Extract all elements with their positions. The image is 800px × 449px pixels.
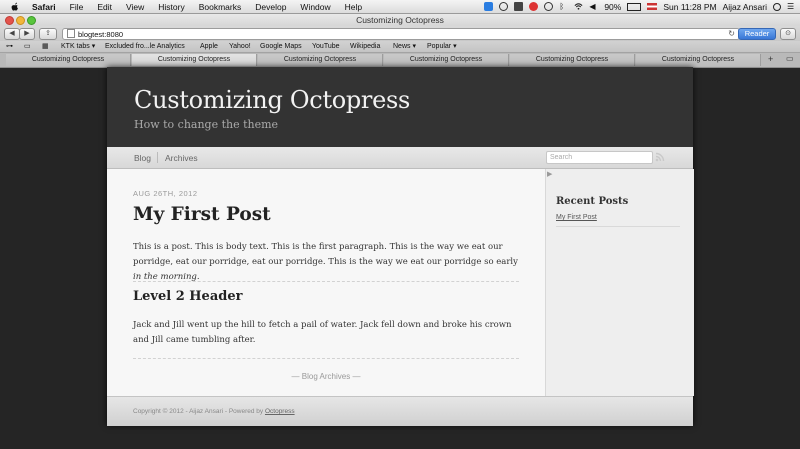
url-text: blogtest:8080 bbox=[78, 30, 124, 39]
menu-bookmarks[interactable]: Bookmarks bbox=[199, 2, 242, 12]
apple-menu-icon[interactable] bbox=[10, 2, 20, 12]
alert-icon[interactable] bbox=[529, 2, 539, 11]
battery-percent[interactable]: 90% bbox=[604, 2, 621, 12]
menu-edit[interactable]: Edit bbox=[97, 2, 112, 12]
bookmark-popular[interactable]: Popular ▾ bbox=[427, 41, 457, 52]
footer-copyright: Copyright © 2012 - Aijaz Ansari - Powere… bbox=[133, 408, 295, 415]
zoom-window-button[interactable] bbox=[27, 16, 36, 25]
volume-icon[interactable] bbox=[514, 2, 524, 11]
page-icon bbox=[67, 29, 75, 38]
menu-develop[interactable]: Develop bbox=[255, 2, 286, 12]
bookmark-youtube[interactable]: YouTube bbox=[312, 41, 340, 52]
blog-archives-link[interactable]: — Blog Archives — bbox=[107, 372, 545, 381]
bookmark-excluded-analytics[interactable]: Excluded fro...le Analytics bbox=[105, 41, 185, 52]
menu-help[interactable]: Help bbox=[345, 2, 362, 12]
browser-tab[interactable]: Customizing Octopress bbox=[384, 54, 509, 66]
nav-link-archives[interactable]: Archives bbox=[165, 153, 198, 163]
search-input[interactable]: Search bbox=[546, 151, 653, 164]
site-footer: Copyright © 2012 - Aijaz Ansari - Powere… bbox=[107, 396, 693, 426]
bookmark-google-maps[interactable]: Google Maps bbox=[260, 41, 302, 52]
nav-divider bbox=[157, 152, 158, 163]
post-heading-level-2: Level 2 Header bbox=[133, 289, 243, 304]
main-content: AUG 26TH, 2012 My First Post This is a p… bbox=[107, 169, 545, 396]
site-nav: Blog Archives Search bbox=[107, 147, 693, 169]
browser-toolbar: ◀ ▶ ⇪ blogtest:8080 ↻ Reader ⊙ bbox=[0, 26, 800, 41]
menu-view[interactable]: View bbox=[126, 2, 144, 12]
menu-window[interactable]: Window bbox=[300, 2, 330, 12]
post-date: AUG 26TH, 2012 bbox=[133, 189, 198, 198]
downloads-button[interactable]: ⊙ bbox=[780, 28, 796, 40]
octopress-link[interactable]: Octopress bbox=[265, 408, 295, 415]
reading-list-icon[interactable]: ⊶ bbox=[6, 41, 13, 52]
volume-speaker-icon[interactable]: ◀ bbox=[589, 2, 598, 11]
tab-overview-icon[interactable]: ▭ bbox=[786, 53, 794, 65]
spotlight-icon[interactable] bbox=[773, 2, 781, 11]
section-divider bbox=[133, 281, 519, 282]
menubar-status-area: ᛒ ◀ 90% Sun 11:28 PM Aijaz Ansari ☰ bbox=[484, 0, 796, 13]
sidebar: Recent Posts My First Post bbox=[545, 169, 694, 396]
menu-history[interactable]: History bbox=[158, 2, 184, 12]
wifi-icon[interactable] bbox=[574, 2, 583, 11]
share-button[interactable]: ⇪ bbox=[39, 28, 57, 40]
menu-app-safari[interactable]: Safari bbox=[32, 2, 56, 12]
tab-bar: Customizing Octopress Customizing Octopr… bbox=[0, 52, 800, 68]
flag-icon[interactable] bbox=[647, 3, 658, 10]
bookmark-yahoo[interactable]: Yahoo! bbox=[229, 41, 251, 52]
recent-post-link[interactable]: My First Post bbox=[556, 214, 597, 221]
system-menubar: Safari File Edit View History Bookmarks … bbox=[0, 0, 800, 14]
paragraph-text: This is a post. This is body text. This … bbox=[133, 242, 518, 267]
top-sites-icon[interactable]: ▦ bbox=[42, 41, 49, 52]
status-app-icon[interactable] bbox=[499, 2, 509, 11]
window-title: Customizing Octopress bbox=[356, 15, 444, 25]
bookmark-news[interactable]: News ▾ bbox=[393, 41, 416, 52]
post-end-divider bbox=[133, 358, 519, 359]
bookmark-apple[interactable]: Apple bbox=[200, 41, 218, 52]
bookmarks-icon[interactable]: ▭ bbox=[24, 41, 31, 52]
bookmarks-bar: ⊶ ▭ ▦ KTK tabs ▾ Excluded fro...le Analy… bbox=[0, 41, 800, 52]
time-machine-icon[interactable] bbox=[544, 2, 554, 11]
bluetooth-icon[interactable]: ᛒ bbox=[559, 2, 568, 11]
site-header: Customizing Octopress How to change the … bbox=[107, 67, 693, 147]
bookmark-ktk-tabs[interactable]: KTK tabs ▾ bbox=[61, 41, 95, 52]
browser-tab[interactable]: Customizing Octopress bbox=[510, 54, 635, 66]
new-tab-icon[interactable]: + bbox=[768, 53, 773, 65]
footer-copyright-text: Copyright © 2012 - Aijaz Ansari - Powere… bbox=[133, 408, 265, 415]
close-window-button[interactable] bbox=[5, 16, 14, 25]
rss-icon[interactable] bbox=[655, 152, 665, 162]
forward-button[interactable]: ▶ bbox=[19, 28, 35, 40]
window-titlebar: Customizing Octopress bbox=[0, 14, 800, 26]
collapse-sidebar-icon[interactable]: ▶ bbox=[547, 170, 552, 178]
browser-tab-active[interactable]: Customizing Octopress bbox=[132, 54, 257, 66]
bookmark-wikipedia[interactable]: Wikipedia bbox=[350, 41, 380, 52]
menubar-clock[interactable]: Sun 11:28 PM bbox=[663, 2, 716, 12]
address-bar[interactable]: blogtest:8080 ↻ bbox=[62, 28, 740, 40]
browser-tab[interactable]: Customizing Octopress bbox=[258, 54, 383, 66]
blog-page: Customizing Octopress How to change the … bbox=[107, 67, 694, 426]
nav-link-blog[interactable]: Blog bbox=[134, 153, 151, 163]
reader-button[interactable]: Reader bbox=[738, 28, 776, 40]
browser-tab[interactable]: Customizing Octopress bbox=[6, 54, 131, 66]
menubar-user[interactable]: Aijaz Ansari bbox=[723, 2, 767, 12]
site-title[interactable]: Customizing Octopress bbox=[134, 86, 410, 114]
minimize-window-button[interactable] bbox=[16, 16, 25, 25]
recent-posts-title: Recent Posts bbox=[556, 196, 629, 207]
reload-icon[interactable]: ↻ bbox=[728, 29, 735, 39]
post-title[interactable]: My First Post bbox=[133, 204, 271, 225]
battery-icon[interactable] bbox=[627, 2, 642, 11]
notification-center-icon[interactable]: ☰ bbox=[787, 2, 796, 11]
back-button[interactable]: ◀ bbox=[4, 28, 20, 40]
menu-file[interactable]: File bbox=[70, 2, 84, 12]
post-paragraph-1: This is a post. This is body text. This … bbox=[133, 240, 523, 285]
site-subtitle: How to change the theme bbox=[134, 118, 279, 131]
browser-tab[interactable]: Customizing Octopress bbox=[636, 54, 761, 66]
post-paragraph-2: Jack and Jill went up the hill to fetch … bbox=[133, 320, 512, 345]
sidebar-divider bbox=[556, 226, 680, 227]
dropbox-icon[interactable] bbox=[484, 2, 494, 11]
